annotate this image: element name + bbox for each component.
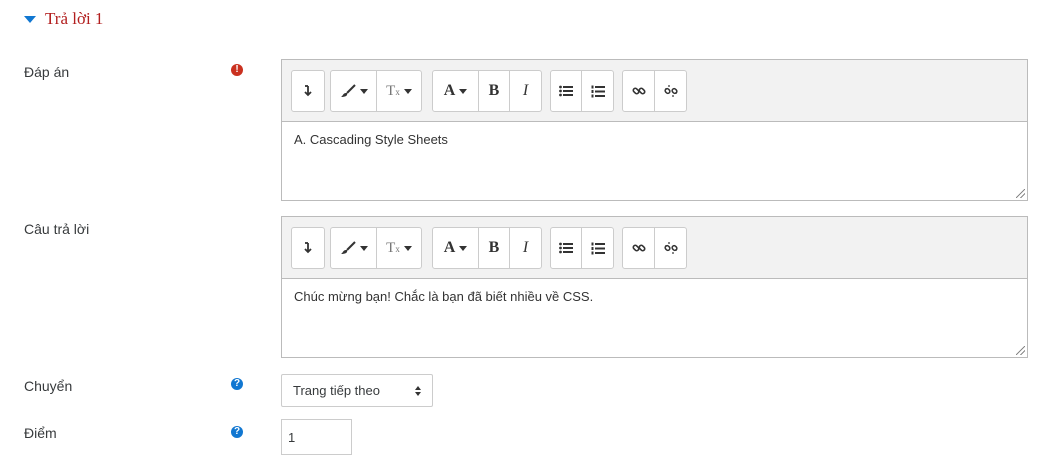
answer-label: Đáp án: [24, 64, 70, 80]
dropdown-caret-icon: [459, 88, 468, 94]
clear-formatting-button[interactable]: Tx: [377, 228, 421, 268]
italic-button[interactable]: I: [510, 228, 541, 268]
score-label: Điểm: [24, 425, 57, 441]
ordered-list-button[interactable]: [582, 228, 613, 268]
paragraph-style-button[interactable]: [331, 71, 377, 111]
feedback-editor: Tx A B I Chúc mừng bạn! Chắc là bạn đã b…: [281, 216, 1028, 358]
answer-content-text: A. Cascading Style Sheets: [294, 132, 448, 147]
feedback-label: Câu trả lời: [24, 221, 90, 237]
ordered-list-icon: [591, 85, 605, 97]
ordered-list-icon: [591, 242, 605, 254]
font-color-button[interactable]: A: [433, 228, 479, 268]
select-arrows-icon: [415, 385, 421, 396]
toolbar-group-style: Tx: [330, 70, 422, 112]
toolbar-group-text: A B I: [432, 227, 542, 269]
toolbar-group-links: [622, 227, 687, 269]
italic-icon: I: [522, 82, 529, 99]
clear-formatting-icon: Tx: [386, 239, 400, 256]
toolbar-group-links: [622, 70, 687, 112]
link-button[interactable]: [623, 71, 655, 111]
jump-select-value: Trang tiếp theo: [293, 383, 380, 398]
toolbar-group-more: [291, 227, 325, 269]
bold-button[interactable]: B: [479, 71, 510, 111]
paragraph-style-button[interactable]: [331, 228, 377, 268]
unordered-list-button[interactable]: [551, 228, 582, 268]
answer-editor: Tx A B I A. Cascading Style Sheets: [281, 59, 1028, 201]
bold-icon: B: [488, 239, 500, 256]
unlink-icon: [663, 242, 678, 254]
toolbar-group-text: A B I: [432, 70, 542, 112]
toolbar-group-more: [291, 70, 325, 112]
font-color-label: A: [443, 239, 456, 256]
link-icon: [631, 87, 646, 95]
question-circle-icon[interactable]: ?: [231, 426, 243, 438]
clear-formatting-icon: Tx: [386, 82, 400, 99]
toolbar-group-lists: [550, 70, 614, 112]
resize-handle-icon[interactable]: [1016, 346, 1025, 355]
dropdown-caret-icon: [359, 245, 368, 251]
dropdown-caret-icon: [359, 88, 368, 94]
paintbrush-icon: [340, 241, 356, 254]
resize-handle-icon[interactable]: [1016, 189, 1025, 198]
show-more-button[interactable]: [292, 71, 324, 111]
unordered-list-button[interactable]: [551, 71, 582, 111]
bold-icon: B: [488, 82, 500, 99]
toolbar-group-lists: [550, 227, 614, 269]
dropdown-caret-icon: [403, 88, 412, 94]
italic-button[interactable]: I: [510, 71, 541, 111]
editor-toolbar: Tx A B I: [282, 217, 1027, 279]
section-title: Trả lời 1: [45, 9, 104, 28]
dropdown-caret-icon: [459, 245, 468, 251]
italic-icon: I: [522, 239, 529, 256]
toolbar-group-style: Tx: [330, 227, 422, 269]
unlink-icon: [663, 85, 678, 97]
score-input[interactable]: [281, 419, 352, 455]
ordered-list-button[interactable]: [582, 71, 613, 111]
font-color-label: A: [443, 82, 456, 99]
section-header[interactable]: Trả lời 1: [24, 9, 103, 29]
link-icon: [631, 244, 646, 252]
bold-button[interactable]: B: [479, 228, 510, 268]
dropdown-caret-icon: [403, 245, 412, 251]
paintbrush-icon: [340, 84, 356, 97]
jump-label: Chuyển: [24, 378, 73, 394]
editor-toolbar: Tx A B I: [282, 60, 1027, 122]
link-button[interactable]: [623, 228, 655, 268]
unlink-button[interactable]: [655, 228, 686, 268]
show-more-button[interactable]: [292, 228, 324, 268]
feedback-content-text: Chúc mừng bạn! Chắc là bạn đã biết nhiều…: [294, 289, 594, 304]
unordered-list-icon: [559, 85, 573, 97]
exclamation-circle-icon: !: [231, 64, 243, 76]
font-color-button[interactable]: A: [433, 71, 479, 111]
answer-content-area[interactable]: A. Cascading Style Sheets: [282, 122, 1027, 200]
show-more-icon: [304, 242, 312, 254]
unlink-button[interactable]: [655, 71, 686, 111]
question-circle-icon[interactable]: ?: [231, 378, 243, 390]
feedback-content-area[interactable]: Chúc mừng bạn! Chắc là bạn đã biết nhiều…: [282, 279, 1027, 357]
collapse-caret-icon[interactable]: [24, 15, 36, 23]
show-more-icon: [304, 85, 312, 97]
clear-formatting-button[interactable]: Tx: [377, 71, 421, 111]
unordered-list-icon: [559, 242, 573, 254]
jump-select[interactable]: Trang tiếp theo: [281, 374, 433, 407]
